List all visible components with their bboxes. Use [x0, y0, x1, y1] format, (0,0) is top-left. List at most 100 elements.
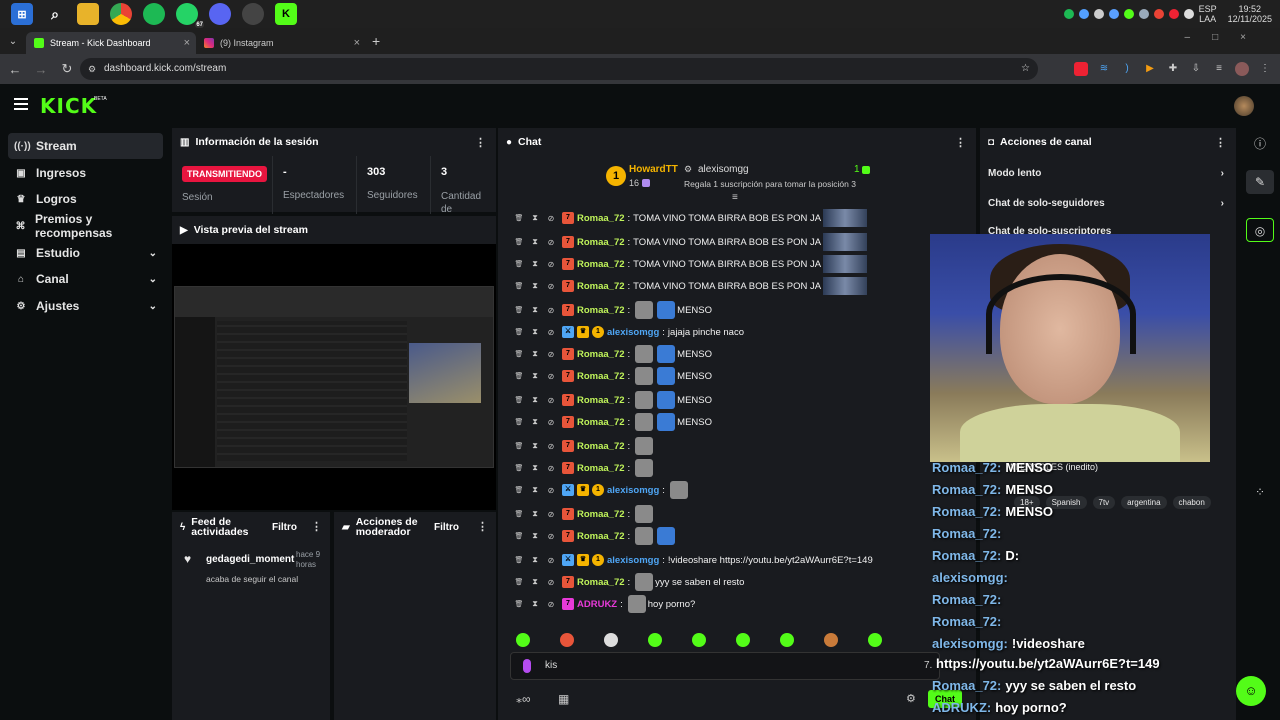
- chat-username[interactable]: Romaa_72: [577, 349, 625, 360]
- extension-7tv-icon[interactable]: ≋: [1097, 62, 1111, 76]
- chat-username[interactable]: ADRUKZ: [577, 599, 617, 610]
- ban-icon[interactable]: ⊘: [546, 396, 556, 405]
- ban-icon[interactable]: ⊘: [546, 578, 556, 587]
- spotify-tray-icon[interactable]: [1063, 9, 1074, 19]
- emote-burger-icon[interactable]: [824, 633, 838, 647]
- chat-username[interactable]: Romaa_72: [577, 509, 625, 520]
- store-icon[interactable]: ▦: [558, 692, 569, 706]
- search-icon[interactable]: ⌕: [44, 3, 66, 25]
- tab-kick-dashboard[interactable]: Stream - Kick Dashboard ×: [26, 32, 196, 54]
- chat-message[interactable]: 🗑 ⧗ ⊘ 7 Romaa_72:: [514, 504, 655, 524]
- browser-menu-icon[interactable]: ⋮: [1258, 62, 1272, 76]
- kick-logo[interactable]: KICK: [40, 94, 97, 118]
- windows-start-icon[interactable]: ⊞: [11, 3, 33, 25]
- user-avatar[interactable]: [1234, 96, 1254, 116]
- extension-play-icon[interactable]: ▶: [1143, 62, 1157, 76]
- timeout-icon[interactable]: ⧗: [530, 349, 540, 359]
- timeout-icon[interactable]: ⧗: [530, 463, 540, 473]
- info-icon[interactable]: ⓘ: [1246, 132, 1274, 156]
- obs-icon[interactable]: [242, 3, 264, 25]
- ban-icon[interactable]: ⊘: [546, 282, 556, 291]
- chat-username[interactable]: Romaa_72: [577, 213, 625, 224]
- ban-icon[interactable]: ⊘: [546, 442, 556, 451]
- emote-green-icon[interactable]: [868, 633, 882, 647]
- chat-message[interactable]: 🗑 ⧗ ⊘ 7 Romaa_72: MENSO: [514, 344, 712, 364]
- extensions-puzzle-icon[interactable]: ✚: [1166, 62, 1180, 76]
- chat-username[interactable]: alexisomgg: [607, 327, 659, 338]
- delete-message-icon[interactable]: 🗑: [514, 260, 524, 268]
- steam-icon[interactable]: [1138, 9, 1149, 19]
- discord-icon[interactable]: [209, 3, 231, 25]
- tab-search-icon[interactable]: ⌄: [0, 36, 26, 47]
- delete-message-icon[interactable]: 🗑: [514, 486, 524, 494]
- timeout-icon[interactable]: ⧗: [530, 509, 540, 519]
- timeout-icon[interactable]: ⧗: [530, 599, 540, 609]
- spotify-icon[interactable]: [143, 3, 165, 25]
- file-explorer-icon[interactable]: [77, 3, 99, 25]
- ban-icon[interactable]: ⊘: [546, 350, 556, 359]
- ban-icon[interactable]: ⊘: [546, 238, 556, 247]
- chat-settings-icon[interactable]: ⚙: [906, 692, 916, 705]
- delete-message-icon[interactable]: 🗑: [514, 578, 524, 586]
- delete-message-icon[interactable]: 🗑: [514, 510, 524, 518]
- help-chat-button[interactable]: ☺: [1236, 676, 1266, 706]
- chat-message[interactable]: 🗑 ⧗ ⊘ 7 Romaa_72: yyy se saben el resto: [514, 572, 744, 592]
- ban-icon[interactable]: ⊘: [546, 306, 556, 315]
- timeout-icon[interactable]: ⧗: [530, 577, 540, 587]
- chat-username[interactable]: Romaa_72: [577, 577, 625, 588]
- emote-green-icon[interactable]: [736, 633, 750, 647]
- chat-username[interactable]: Romaa_72: [577, 259, 625, 270]
- sidebar-item-canal[interactable]: ⌂ Canal ⌄: [8, 266, 163, 292]
- delete-message-icon[interactable]: 🗑: [514, 442, 524, 450]
- emote-soccer-icon[interactable]: [604, 633, 618, 647]
- timeout-icon[interactable]: ⧗: [530, 371, 540, 381]
- chat-message[interactable]: 🗑 ⧗ ⊘ 7 Romaa_72: TOMA VINO TOMA BIRRA BOB ES…: [514, 254, 868, 274]
- delete-message-icon[interactable]: 🗑: [514, 328, 524, 336]
- profile-avatar-icon[interactable]: [1235, 62, 1249, 76]
- video-thumbnail[interactable]: [823, 255, 868, 273]
- tab-instagram[interactable]: (9) Instagram ×: [196, 32, 366, 54]
- bluetooth-icon[interactable]: [1108, 9, 1119, 19]
- ban-icon[interactable]: ⊘: [546, 260, 556, 269]
- bookmark-star-icon[interactable]: ☆: [1021, 58, 1030, 80]
- site-info-icon[interactable]: ⚙: [88, 58, 96, 80]
- chat-message[interactable]: 🗑 ⧗ ⊘ 7 Romaa_72: MENSO: [514, 366, 712, 386]
- chat-username[interactable]: Romaa_72: [577, 305, 625, 316]
- delete-message-icon[interactable]: 🗑: [514, 306, 524, 314]
- whatsapp-icon[interactable]: 67: [176, 3, 204, 28]
- sidebar-item-ajustes[interactable]: ⚙ Ajustes ⌄: [8, 293, 163, 319]
- ban-icon[interactable]: ⊘: [546, 328, 556, 337]
- url-field[interactable]: ⚙ dashboard.kick.com/stream ☆: [80, 58, 1038, 80]
- chat-username[interactable]: Romaa_72: [577, 463, 625, 474]
- chat-username[interactable]: Romaa_72: [577, 237, 625, 248]
- ban-icon[interactable]: ⊘: [546, 464, 556, 473]
- volume-icon[interactable]: [1183, 9, 1194, 19]
- emote-green-icon[interactable]: [648, 633, 662, 647]
- timeout-icon[interactable]: ⧗: [530, 327, 540, 337]
- menu-icon[interactable]: [14, 98, 28, 110]
- chat-message[interactable]: 🗑 ⧗ ⊘ 7 Romaa_72: MENSO: [514, 412, 712, 432]
- chat-messages[interactable]: 🗑 ⧗ ⊘ 7 Romaa_72: TOMA VINO TOMA BIRRA BOB ES…: [500, 202, 976, 626]
- red-app-icon[interactable]: [1168, 9, 1179, 19]
- session-menu-icon[interactable]: ⋮: [475, 136, 486, 149]
- chat-username[interactable]: Romaa_72: [577, 531, 625, 542]
- timeout-icon[interactable]: ⧗: [530, 531, 540, 541]
- video-thumbnail[interactable]: [823, 233, 868, 251]
- timeout-icon[interactable]: ⧗: [530, 441, 540, 451]
- extension-red-icon[interactable]: [1074, 62, 1088, 76]
- chat-input[interactable]: kis: [510, 652, 940, 680]
- window-controls[interactable]: –□×: [1185, 32, 1268, 43]
- timeout-icon[interactable]: ⧗: [530, 395, 540, 405]
- chat-message[interactable]: 🗑 ⧗ ⊘ 7 Romaa_72: TOMA VINO TOMA BIRRA BOB ES…: [514, 232, 868, 252]
- delete-message-icon[interactable]: 🗑: [514, 396, 524, 404]
- feed-item-user[interactable]: gedagedi_moment: [206, 554, 294, 565]
- delete-message-icon[interactable]: 🗑: [514, 556, 524, 564]
- chat-message[interactable]: 🗑 ⧗ ⊘ 7 Romaa_72:: [514, 436, 655, 456]
- kick-app-icon[interactable]: K: [275, 3, 297, 25]
- sidebar-item-logros[interactable]: ♛ Logros: [8, 186, 163, 212]
- delete-message-icon[interactable]: 🗑: [514, 350, 524, 358]
- app-tray-icon[interactable]: [1078, 9, 1089, 19]
- extension-wave-icon[interactable]: ): [1120, 62, 1134, 76]
- close-tab-icon[interactable]: ×: [184, 37, 190, 49]
- delete-message-icon[interactable]: 🗑: [514, 282, 524, 290]
